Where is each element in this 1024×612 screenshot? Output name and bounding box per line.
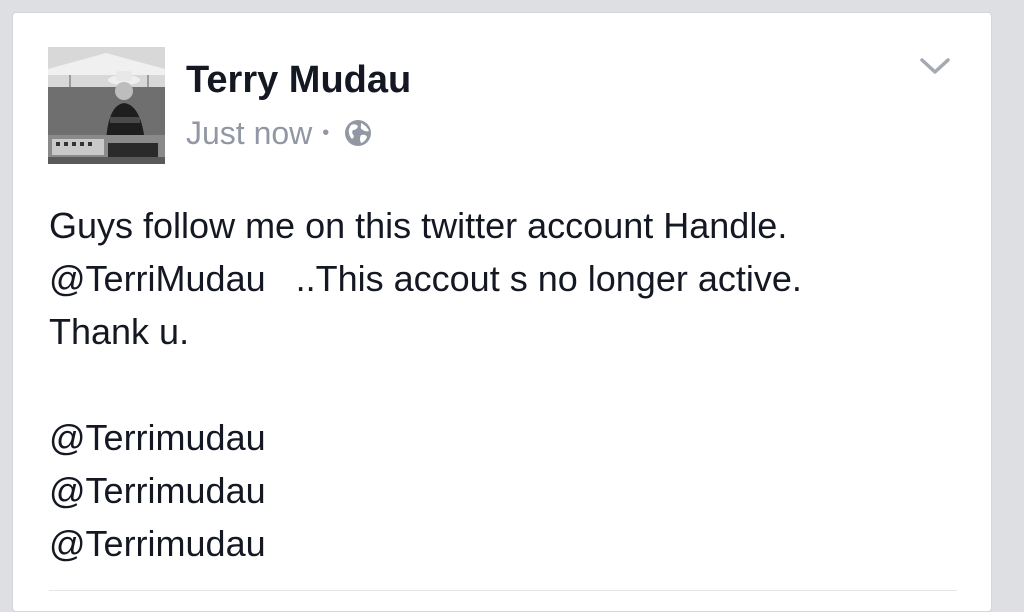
divider (49, 590, 957, 591)
twitter-handle[interactable]: @Terrimudau (49, 411, 969, 464)
post-text-line: Guys follow me on this twitter account H… (49, 205, 788, 246)
post-text-line: @TerriMudau ..This accout s no longer ac… (49, 258, 802, 299)
twitter-handle[interactable]: @Terrimudau (49, 464, 969, 517)
avatar[interactable] (48, 47, 165, 164)
meta-separator: • (322, 122, 330, 144)
post-body: Guys follow me on this twitter account H… (49, 199, 969, 570)
post-meta: Just now • (186, 113, 373, 153)
post-text-line: Thank u. (49, 311, 190, 352)
twitter-handle[interactable]: @Terrimudau (49, 517, 969, 570)
post-card: Terry Mudau Just now • Guys follow me on… (12, 12, 992, 612)
chevron-down-icon[interactable] (918, 53, 952, 79)
author-name[interactable]: Terry Mudau (186, 57, 411, 103)
globe-icon[interactable] (343, 118, 373, 148)
post-timestamp[interactable]: Just now (186, 115, 312, 152)
profile-photo (48, 47, 165, 164)
